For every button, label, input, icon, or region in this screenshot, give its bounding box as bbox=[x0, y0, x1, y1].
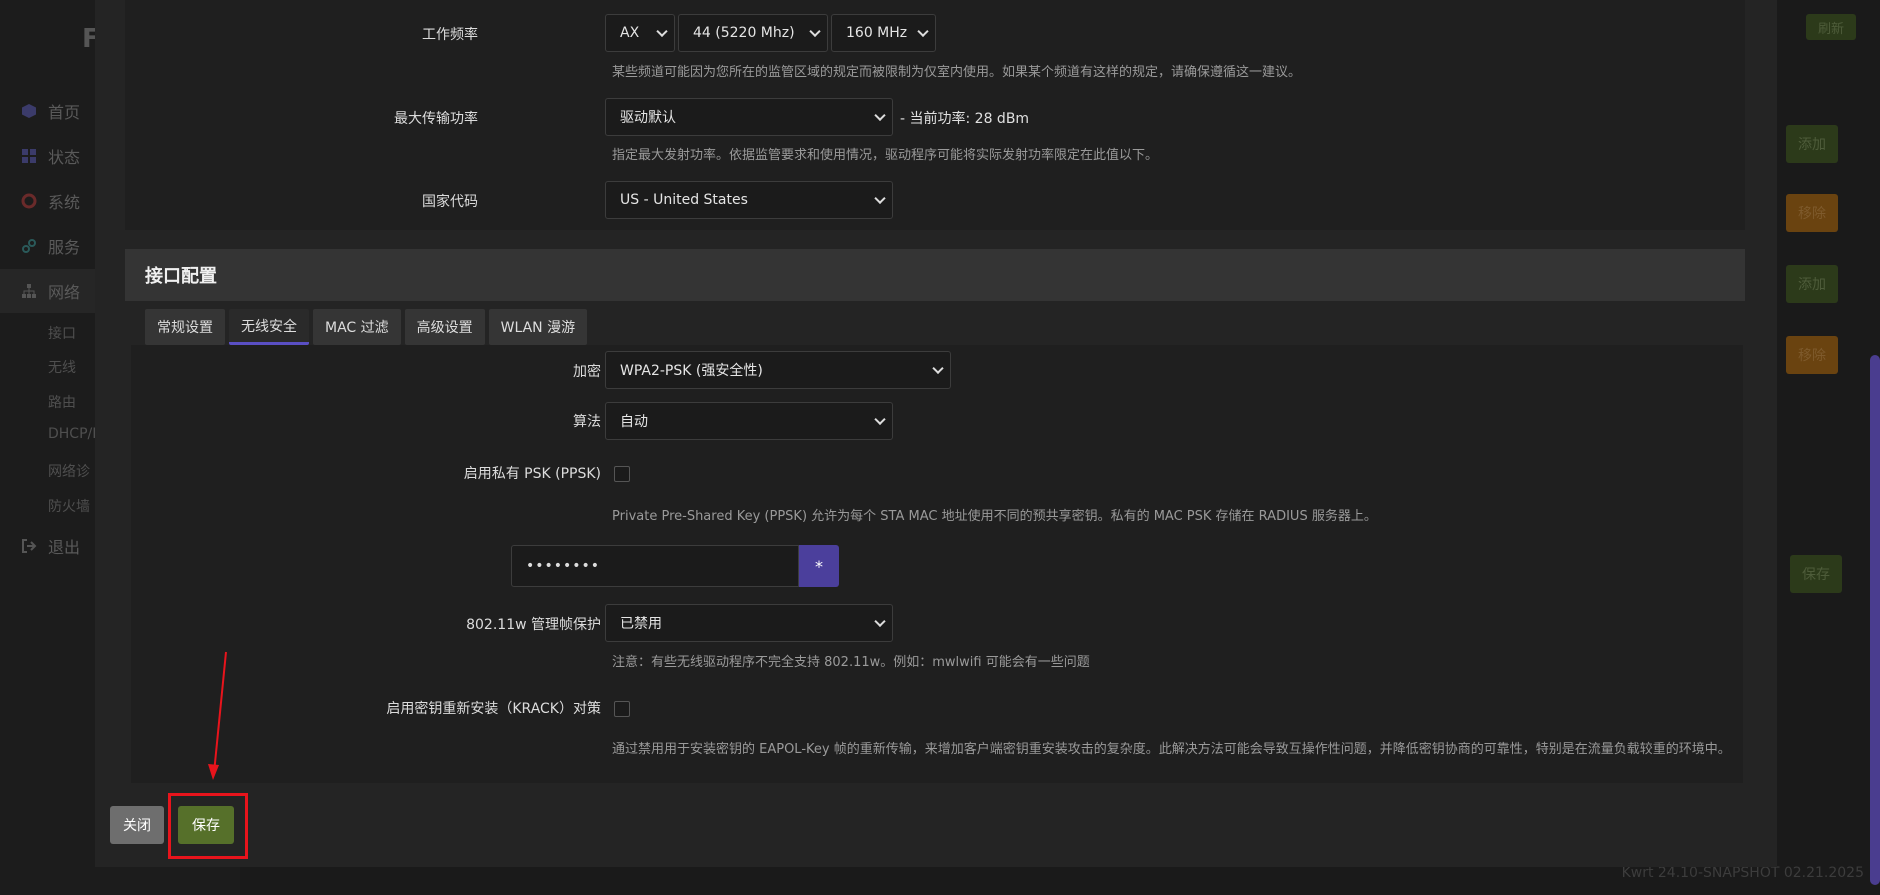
ieee80211w-value: 已禁用 bbox=[620, 616, 662, 632]
frequency-label: 工作频率 bbox=[422, 27, 478, 43]
encryption-value: WPA2-PSK (强安全性) bbox=[620, 363, 763, 379]
txpower-current: - 当前功率: 28 dBm bbox=[900, 111, 1030, 127]
key-reveal-button[interactable]: * bbox=[799, 545, 839, 587]
link-icon bbox=[20, 237, 38, 255]
close-button[interactable]: 关闭 bbox=[110, 806, 164, 844]
chevron-down-icon bbox=[874, 413, 886, 426]
tab-mac-filter[interactable]: MAC 过滤 bbox=[313, 309, 401, 345]
remove-button-2[interactable]: 移除 bbox=[1786, 336, 1838, 374]
encryption-select[interactable]: WPA2-PSK (强安全性) bbox=[605, 351, 951, 389]
remove-button-1[interactable]: 移除 bbox=[1786, 194, 1838, 232]
nav-sub-firewall[interactable]: 防火墙 bbox=[48, 496, 90, 516]
nav-system-label: 系统 bbox=[48, 193, 81, 212]
nav-network-label: 网络 bbox=[48, 283, 81, 302]
krack-hint: 通过禁用用于安装密钥的 EAPOL-Key 帧的重新传输，来增加客户端密钥重安装… bbox=[612, 742, 1731, 757]
krack-checkbox[interactable] bbox=[614, 701, 630, 717]
country-label: 国家代码 bbox=[422, 194, 478, 210]
nav-sub-interfaces[interactable]: 接口 bbox=[48, 323, 76, 343]
device-config-panel: 工作频率 AX 44 (5220 Mhz) 160 MHz 某些频道可能因为您所… bbox=[125, 0, 1745, 230]
frequency-mode-select[interactable]: AX bbox=[605, 14, 675, 52]
key-input[interactable]: •••••••• bbox=[511, 545, 799, 587]
add-button-1[interactable]: 添加 bbox=[1786, 125, 1838, 163]
ppsk-checkbox[interactable] bbox=[614, 466, 630, 482]
chevron-down-icon bbox=[874, 109, 886, 122]
frequency-width-select[interactable]: 160 MHz bbox=[831, 14, 936, 52]
tab-general[interactable]: 常规设置 bbox=[145, 309, 225, 345]
ppsk-hint: Private Pre-Shared Key (PPSK) 允许为每个 STA … bbox=[612, 509, 1377, 524]
txpower-hint: 指定最大发射功率。依据监管要求和使用情况，驱动程序可能将实际发射功率限定在此值以… bbox=[612, 148, 1159, 163]
logout-icon bbox=[20, 537, 38, 555]
interface-config-title: 接口配置 bbox=[125, 249, 1745, 301]
wireless-config-modal: 工作频率 AX 44 (5220 Mhz) 160 MHz 某些频道可能因为您所… bbox=[95, 0, 1777, 867]
chevron-down-icon bbox=[917, 25, 929, 38]
cipher-value: 自动 bbox=[620, 414, 648, 430]
chevron-down-icon bbox=[874, 615, 886, 628]
ieee80211w-select[interactable]: 已禁用 bbox=[605, 604, 893, 642]
nav-status-label: 状态 bbox=[48, 148, 81, 167]
dashboard-icon bbox=[20, 147, 38, 165]
refresh-button[interactable]: 刷新 bbox=[1806, 14, 1857, 40]
frequency-channel-select[interactable]: 44 (5220 Mhz) bbox=[678, 14, 828, 52]
ppsk-label: 启用私有 PSK (PPSK) bbox=[463, 466, 601, 482]
version-footer: Kwrt 24.10-SNAPSHOT 02.21.2025 bbox=[1621, 865, 1864, 881]
nav-sub-wireless[interactable]: 无线 bbox=[48, 357, 76, 377]
add-button-2[interactable]: 添加 bbox=[1786, 265, 1838, 303]
txpower-value: 驱动默认 bbox=[620, 110, 676, 126]
frequency-hint: 某些频道可能因为您所在的监管区域的规定而被限制为仅室内使用。如果某个频道有这样的… bbox=[612, 65, 1302, 80]
wireless-security-panel: 加密 WPA2-PSK (强安全性) 算法 自动 启用私有 PSK (PPSK)… bbox=[131, 345, 1743, 783]
tab-wireless-security[interactable]: 无线安全 bbox=[229, 309, 309, 345]
txpower-select[interactable]: 驱动默认 bbox=[605, 98, 893, 136]
gear-icon bbox=[20, 192, 38, 210]
txpower-label: 最大传输功率 bbox=[394, 111, 478, 127]
krack-label: 启用密钥重新安装（KRACK）对策 bbox=[386, 701, 601, 717]
nav-sub-diagnostics[interactable]: 网络诊 bbox=[48, 461, 90, 481]
ieee80211w-label: 802.11w 管理帧保护 bbox=[466, 617, 601, 633]
nav-services-label: 服务 bbox=[48, 238, 81, 257]
nav-sub-routes[interactable]: 路由 bbox=[48, 392, 76, 412]
nav-home-label: 首页 bbox=[48, 103, 81, 122]
key-value: •••••••• bbox=[526, 558, 601, 574]
chevron-down-icon bbox=[874, 192, 886, 205]
encryption-label: 加密 bbox=[573, 364, 601, 380]
page-scrollbar[interactable] bbox=[1870, 355, 1880, 885]
cube-icon bbox=[20, 102, 38, 120]
chevron-down-icon bbox=[932, 362, 944, 375]
tab-advanced[interactable]: 高级设置 bbox=[404, 309, 485, 345]
chevron-down-icon bbox=[656, 25, 668, 38]
interface-tabs: 常规设置 无线安全 MAC 过滤 高级设置 WLAN 漫游 bbox=[145, 309, 588, 345]
frequency-mode-value: AX bbox=[620, 25, 640, 41]
frequency-channel-value: 44 (5220 Mhz) bbox=[693, 25, 795, 41]
frequency-width-value: 160 MHz bbox=[846, 25, 908, 41]
cipher-select[interactable]: 自动 bbox=[605, 402, 893, 440]
ieee80211w-hint: 注意：有些无线驱动程序不完全支持 802.11w。例如：mwlwifi 可能会有… bbox=[612, 655, 1090, 670]
background-save-button[interactable]: 保存 bbox=[1790, 555, 1842, 593]
cipher-label: 算法 bbox=[573, 414, 601, 430]
country-value: US - United States bbox=[620, 192, 748, 208]
sitemap-icon bbox=[20, 282, 38, 300]
annotation-highlight-box bbox=[168, 793, 248, 859]
country-select[interactable]: US - United States bbox=[605, 181, 893, 219]
nav-logout-label: 退出 bbox=[48, 538, 81, 557]
chevron-down-icon bbox=[809, 25, 821, 38]
tab-wlan-roaming[interactable]: WLAN 漫游 bbox=[488, 309, 588, 345]
